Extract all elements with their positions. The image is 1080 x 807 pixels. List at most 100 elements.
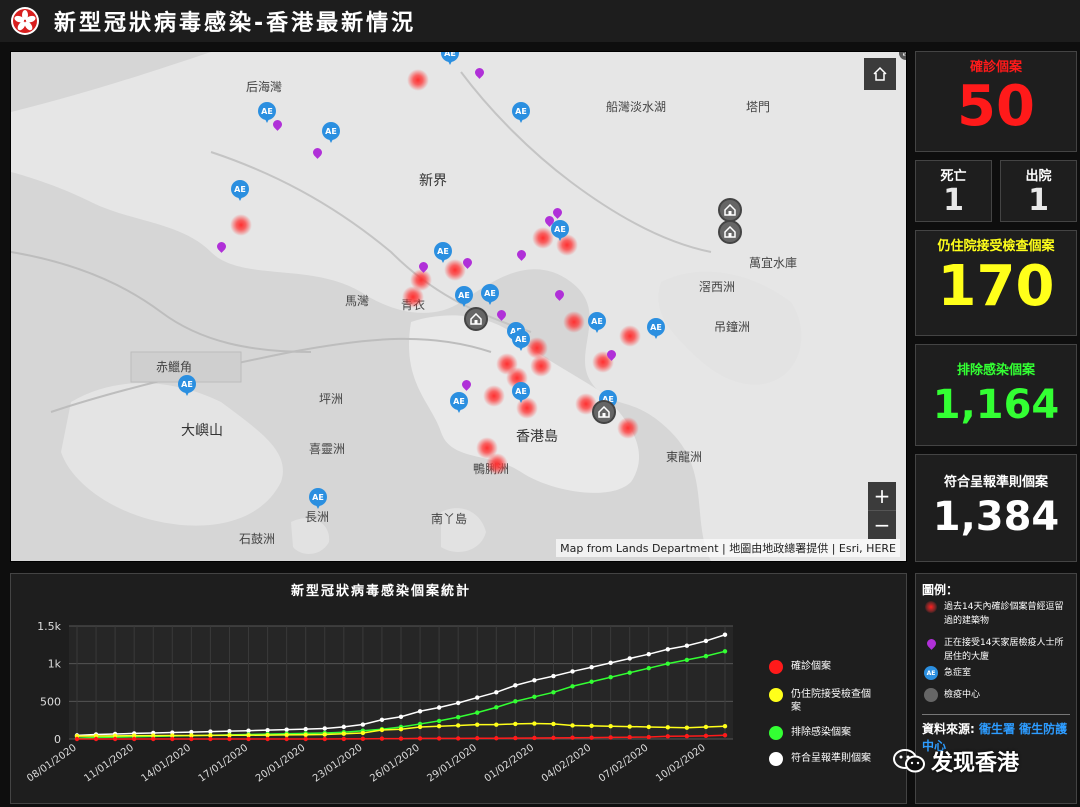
case-building-marker[interactable] [619, 325, 641, 347]
data-point [513, 721, 518, 727]
data-point [227, 736, 232, 742]
hk-map[interactable]: 后海灣 新界 青衣 馬灣 赤鱲角 大嶼山 坪洲 喜靈洲 長洲 石鼓洲 南丫島 香… [10, 51, 907, 562]
quarantine-centre-marker[interactable] [718, 198, 742, 222]
ae-hospital-pin[interactable]: AE [588, 312, 606, 333]
case-building-marker[interactable] [402, 286, 424, 308]
label-shek-kwu-chau: 石鼓洲 [239, 532, 276, 546]
data-point [475, 695, 480, 700]
data-point [627, 656, 632, 661]
legend-label-excluded: 排除感染個案 [791, 727, 851, 738]
label-chek-lap-kok: 赤鱲角 [156, 360, 193, 374]
data-point [532, 721, 537, 726]
ae-hospital-pin[interactable]: AE [450, 392, 468, 413]
ae-hospital-pin[interactable]: AE [512, 102, 530, 123]
watermark: 发现香港 [893, 745, 1019, 777]
legend-divider [922, 714, 1070, 715]
ae-hospital-pin[interactable]: AE [309, 488, 327, 509]
ae-hospital-pin[interactable]: AE [647, 318, 665, 339]
data-point [170, 736, 175, 742]
y-tick-label: 1.5k [37, 620, 61, 633]
data-point [551, 735, 556, 741]
data-point [417, 736, 423, 741]
x-tick-label: 11/01/2020 [82, 742, 136, 784]
data-point [494, 736, 499, 741]
death-card: 死亡 1 [915, 160, 992, 222]
reported-label: 符合呈報準則個案 [943, 475, 1048, 490]
label-tung-lung: 東龍洲 [666, 450, 703, 464]
data-point [246, 736, 251, 742]
ae-hospital-pin[interactable]: AE [231, 180, 249, 201]
legend-label-reported: 符合呈報準則個案 [791, 753, 871, 764]
legend-dot-excluded [769, 726, 783, 740]
data-point [246, 733, 251, 738]
legend-dot-confirmed [769, 660, 783, 674]
x-tick-label: 07/02/2020 [597, 742, 651, 784]
zoom-in-button[interactable]: + [868, 482, 896, 510]
ae-hospital-pin[interactable]: AE [455, 286, 473, 307]
data-point [589, 679, 594, 684]
case-building-marker[interactable] [230, 214, 252, 236]
map-legend-text: 急症室 [944, 668, 972, 678]
data-point [398, 736, 404, 741]
data-point [494, 690, 499, 695]
data-point [436, 723, 442, 729]
case-building-marker[interactable] [617, 417, 639, 439]
data-point [265, 732, 270, 738]
data-point [436, 718, 442, 724]
x-tick-label: 10/02/2020 [654, 742, 708, 784]
ae-hospital-pin[interactable]: AE [512, 330, 530, 351]
ae-hospital-pin[interactable]: AE [258, 102, 276, 123]
data-point [665, 734, 671, 739]
case-building-marker[interactable] [530, 355, 552, 377]
ae-hospital-pin[interactable]: AE [512, 382, 530, 403]
legend-item-confirmed[interactable]: 確診個案 [769, 660, 901, 674]
map-attribution: Map from Lands Department | 地圖由地政總署提供 | … [556, 539, 900, 557]
legend-item-reported[interactable]: 符合呈報準則個案 [769, 752, 901, 766]
data-point [532, 678, 537, 683]
building-icon [598, 406, 610, 418]
data-point [570, 684, 575, 689]
ae-hospital-pin[interactable]: AE [551, 220, 569, 241]
case-building-marker[interactable] [486, 453, 508, 475]
home-extent-button[interactable] [864, 58, 896, 90]
map-legend-text: 檢疫中心 [944, 690, 981, 700]
death-value: 1 [943, 183, 964, 218]
data-point [608, 660, 613, 666]
data-point [513, 735, 518, 741]
x-tick-label: 20/01/2020 [254, 742, 308, 784]
map-legend-item: 檢疫中心 [924, 688, 1072, 702]
quarantine-centre-marker[interactable] [592, 400, 616, 424]
data-point [265, 727, 270, 733]
zoom-out-button[interactable]: − [868, 510, 896, 539]
data-point [513, 683, 518, 688]
data-point [608, 735, 613, 740]
x-tick-label: 26/01/2020 [368, 742, 422, 784]
data-point [341, 724, 347, 730]
quarantine-centre-marker[interactable] [464, 307, 488, 331]
quarantine-centre-marker[interactable] [718, 220, 742, 244]
ae-hospital-pin[interactable]: AE [434, 242, 452, 263]
data-point [722, 649, 728, 654]
case-building-marker[interactable] [483, 385, 505, 407]
data-point [417, 709, 423, 714]
ae-hospital-pin[interactable]: AE [481, 284, 499, 305]
data-point [360, 736, 366, 742]
label-peng-chau: 坪洲 [319, 392, 344, 406]
ae-hospital-pin[interactable]: AE [322, 122, 340, 143]
data-point [303, 736, 308, 742]
expand-icon: ⤢ [902, 52, 906, 58]
ae-pin-icon: AE [924, 666, 938, 680]
purple-pin-icon [924, 637, 938, 650]
ae-hospital-pin[interactable]: AE [178, 375, 196, 396]
data-point [112, 736, 118, 742]
data-point [417, 724, 423, 730]
legend-item-hospitalised[interactable]: 仍住院接受檢查個案 [769, 688, 871, 714]
case-building-marker[interactable] [563, 311, 585, 333]
label-tolo: 船灣淡水湖 [606, 100, 667, 114]
case-building-marker[interactable] [407, 69, 429, 91]
label-tiu-chung: 吊鐘洲 [714, 320, 751, 334]
data-point [284, 732, 289, 738]
data-point [722, 632, 728, 637]
legend-item-excluded[interactable]: 排除感染個案 [769, 726, 901, 740]
data-point [379, 717, 385, 722]
